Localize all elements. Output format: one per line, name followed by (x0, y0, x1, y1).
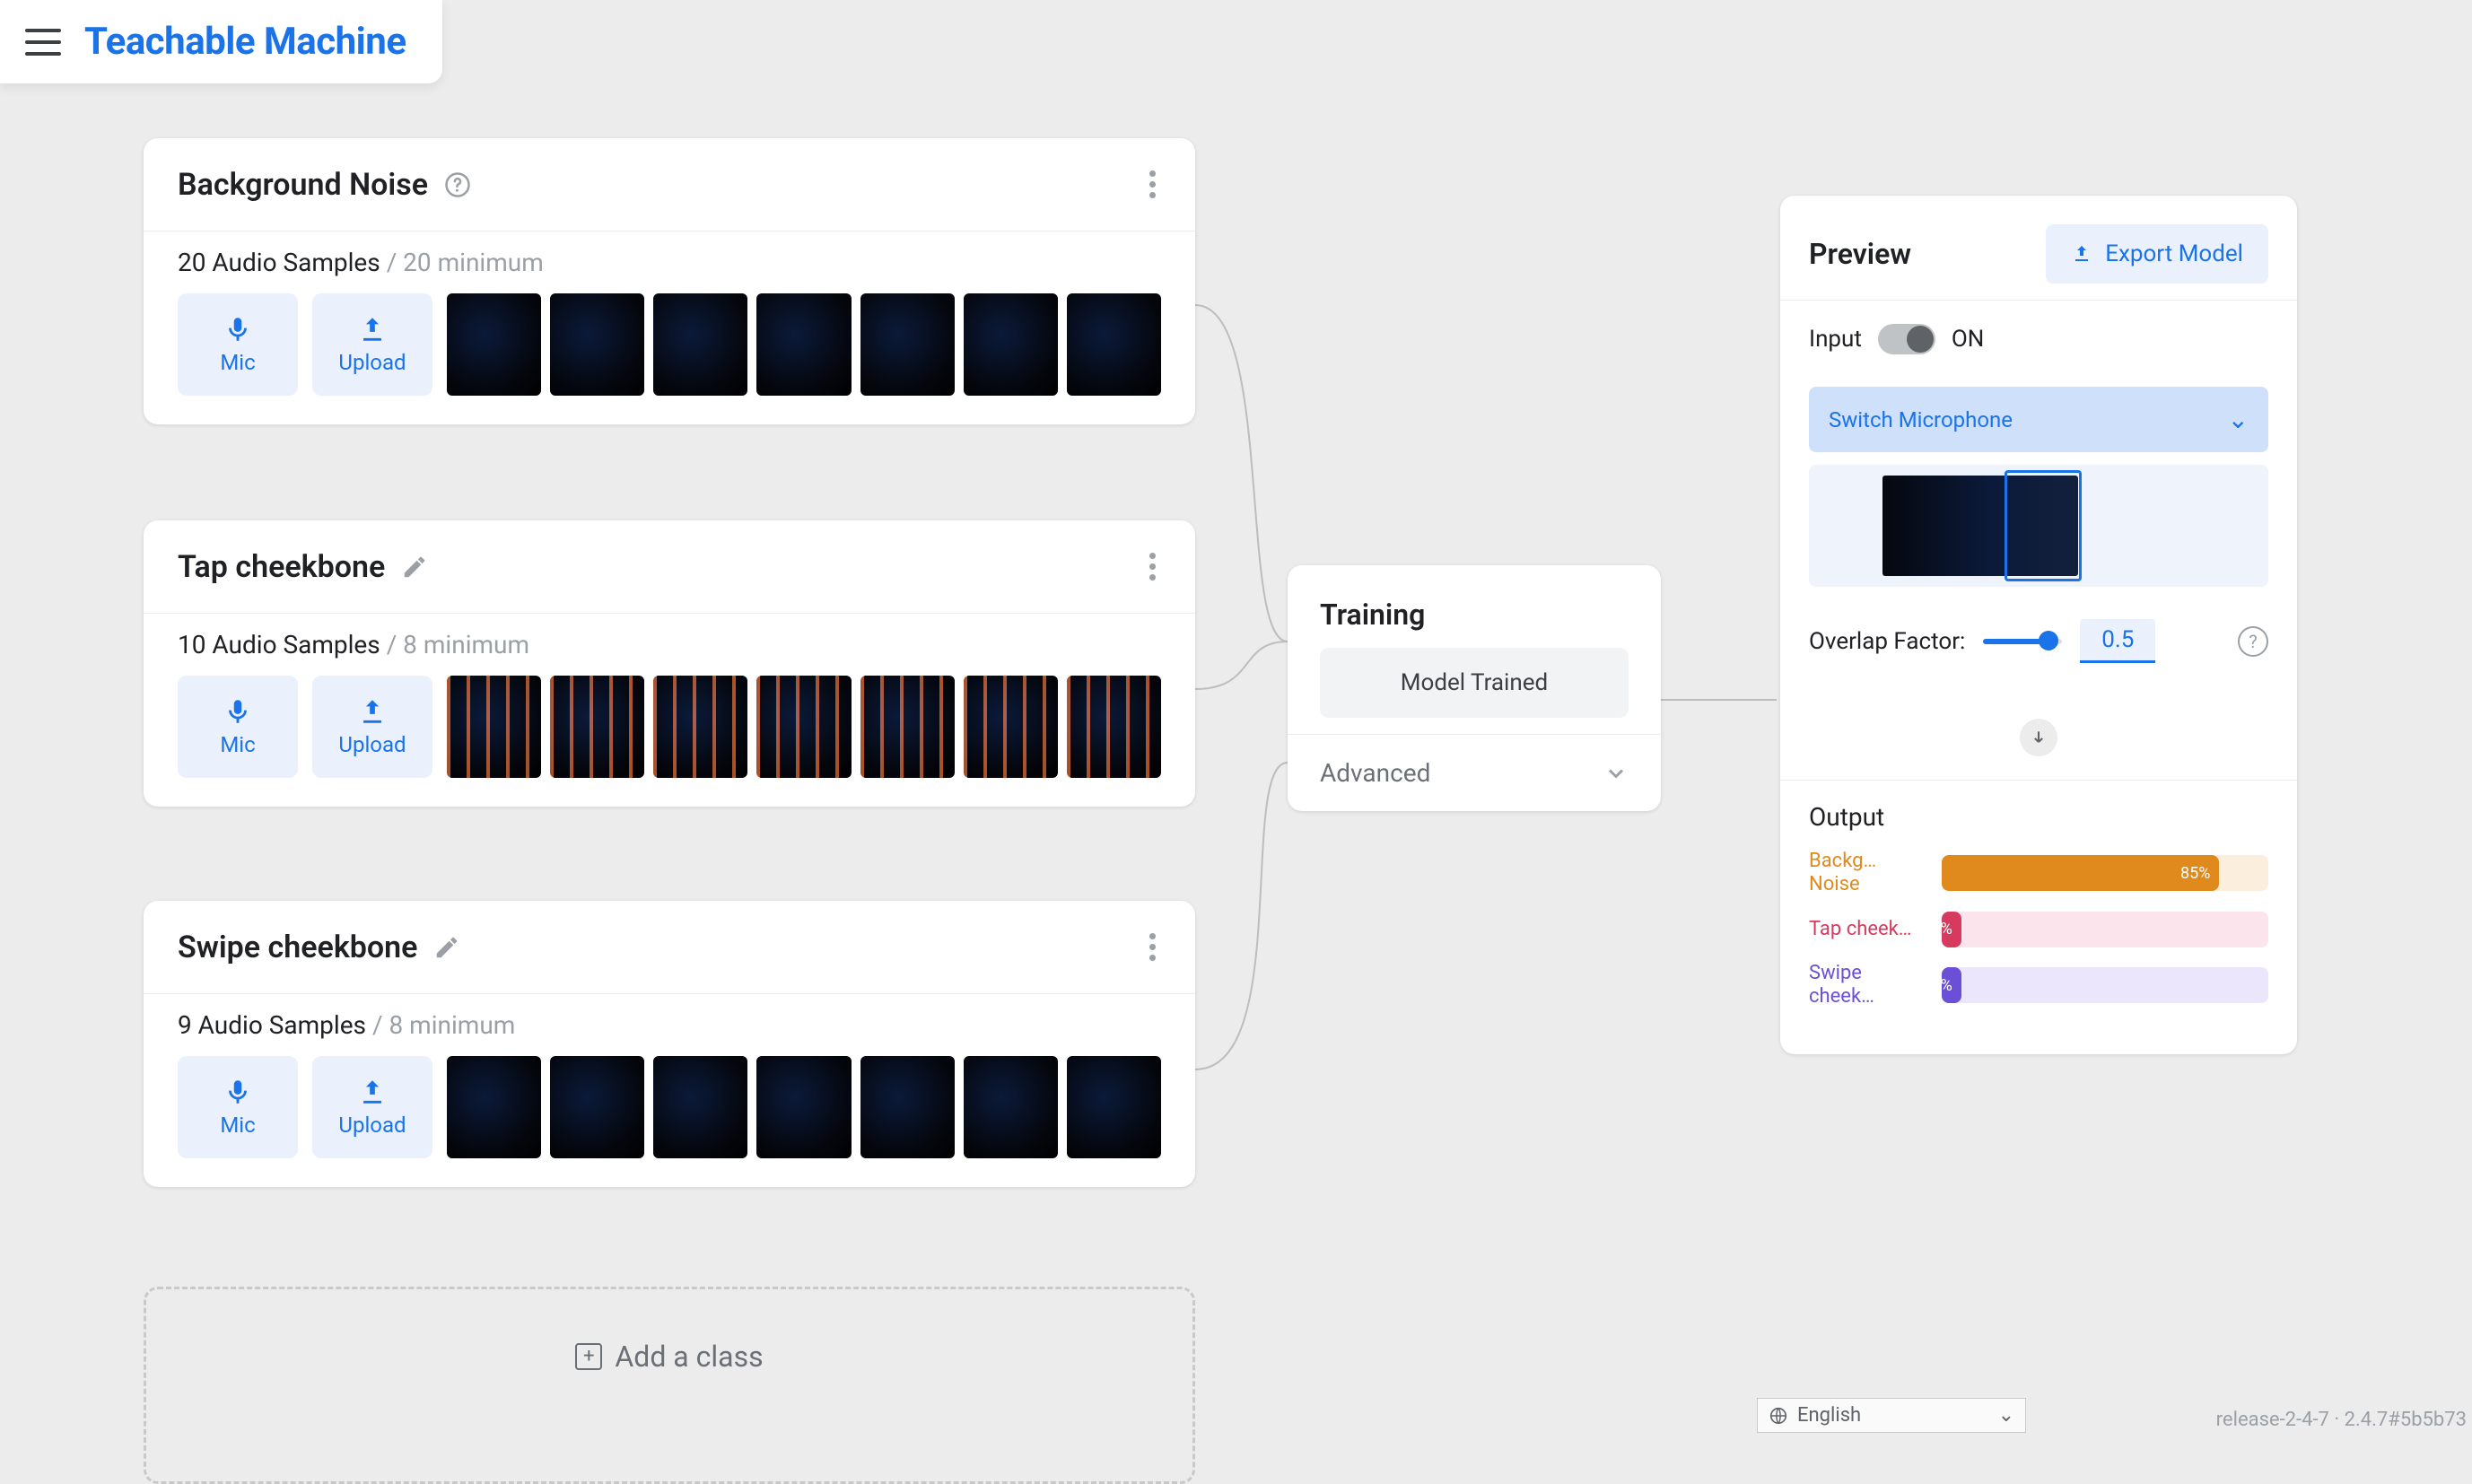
hamburger-icon[interactable] (25, 29, 61, 56)
spectrogram-thumb[interactable] (756, 676, 851, 778)
live-window-marker[interactable] (2005, 470, 2082, 581)
training-title: Training (1320, 598, 1629, 632)
overlap-slider[interactable] (1983, 639, 2062, 644)
spectrogram-thumb[interactable] (447, 676, 541, 778)
class-title[interactable]: Tap cheekbone (178, 549, 385, 585)
overlap-label: Overlap Factor: (1809, 628, 1965, 655)
upload-icon (357, 314, 388, 345)
class-card-2: Swipe cheekbone 9 Audio Samples / 8 mini… (144, 901, 1195, 1187)
help-icon[interactable] (444, 171, 471, 198)
pencil-icon[interactable] (433, 934, 460, 961)
spectrogram-thumb[interactable] (1067, 293, 1161, 396)
sample-thumbnails (447, 676, 1161, 778)
spectrogram-thumb[interactable] (550, 676, 644, 778)
preview-title: Preview (1809, 237, 1911, 271)
mic-button[interactable]: Mic (178, 676, 298, 778)
output-row-1: Tap cheek… % (1809, 912, 2268, 947)
spectrogram-thumb[interactable] (653, 1056, 747, 1158)
toggle-state: ON (1952, 326, 1984, 353)
plus-icon: + (575, 1343, 602, 1370)
upload-button[interactable]: Upload (312, 1056, 432, 1158)
preview-card: Preview Export Model Input ON Switch Mic… (1780, 196, 2297, 1054)
chevron-down-icon: ⌄ (2228, 405, 2249, 434)
spectrogram-thumb[interactable] (756, 1056, 851, 1158)
class-card-1: Tap cheekbone 10 Audio Samples / 8 minim… (144, 520, 1195, 807)
spectrogram-thumb[interactable] (1067, 676, 1161, 778)
advanced-toggle[interactable]: Advanced (1288, 734, 1661, 811)
upload-icon (357, 696, 388, 727)
sample-count: 20 Audio Samples / 20 minimum (178, 248, 1161, 277)
spectrogram-thumb[interactable] (756, 293, 851, 396)
class-title[interactable]: Swipe cheekbone (178, 930, 417, 965)
spectrogram-thumb[interactable] (860, 676, 955, 778)
sample-count: 10 Audio Samples / 8 minimum (178, 630, 1161, 659)
help-icon[interactable]: ? (2238, 626, 2268, 657)
chevron-down-icon: ⌄ (1998, 1404, 2014, 1427)
pencil-icon[interactable] (401, 554, 428, 581)
kebab-icon[interactable] (1144, 928, 1161, 966)
mic-button[interactable]: Mic (178, 293, 298, 396)
overlap-value[interactable]: 0.5 (2080, 619, 2155, 663)
spectrogram-thumb[interactable] (550, 293, 644, 396)
spectrogram-thumb[interactable] (860, 1056, 955, 1158)
mic-icon (223, 1077, 253, 1107)
spectrogram-thumb[interactable] (1067, 1056, 1161, 1158)
export-icon (2071, 243, 2092, 265)
spectrogram-thumb[interactable] (447, 293, 541, 396)
spectrogram-thumb[interactable] (964, 293, 1058, 396)
upload-icon (357, 1077, 388, 1107)
input-toggle[interactable] (1878, 324, 1935, 354)
add-class-button[interactable]: + Add a class (144, 1287, 1195, 1484)
scroll-down-icon[interactable] (2020, 719, 2057, 756)
globe-icon (1769, 1406, 1788, 1426)
app-title: Teachable Machine (84, 20, 406, 64)
spectrogram-thumb[interactable] (860, 293, 955, 396)
upload-button[interactable]: Upload (312, 293, 432, 396)
sample-thumbnails (447, 293, 1161, 396)
output-row-0: Backg… Noise 85% (1809, 850, 2268, 897)
mic-select[interactable]: Switch Microphone ⌄ (1809, 387, 2268, 452)
train-status[interactable]: Model Trained (1320, 648, 1629, 718)
sample-count: 9 Audio Samples / 8 minimum (178, 1010, 1161, 1040)
spectrogram-thumb[interactable] (447, 1056, 541, 1158)
class-title[interactable]: Background Noise (178, 167, 428, 203)
output-row-2: Swipe cheek… % (1809, 962, 2268, 1009)
kebab-icon[interactable] (1144, 165, 1161, 204)
training-card: Training Model Trained Advanced (1288, 565, 1661, 811)
mic-icon (223, 314, 253, 345)
kebab-icon[interactable] (1144, 547, 1161, 586)
mic-button[interactable]: Mic (178, 1056, 298, 1158)
output-title: Output (1809, 802, 2268, 832)
upload-button[interactable]: Upload (312, 676, 432, 778)
add-class-label: Add a class (615, 1340, 763, 1374)
chevron-down-icon (1603, 761, 1629, 786)
spectrogram-thumb[interactable] (653, 676, 747, 778)
live-spectrogram (1809, 465, 2268, 587)
language-select[interactable]: English ⌄ (1757, 1398, 2026, 1433)
version-text: release-2-4-7 · 2.4.7#5b5b73 (2216, 1409, 2467, 1431)
spectrogram-thumb[interactable] (653, 293, 747, 396)
input-label: Input (1809, 326, 1862, 353)
spectrogram-thumb[interactable] (550, 1056, 644, 1158)
mic-icon (223, 696, 253, 727)
export-button[interactable]: Export Model (2046, 224, 2268, 284)
spectrogram-thumb[interactable] (964, 676, 1058, 778)
sample-thumbnails (447, 1056, 1161, 1158)
spectrogram-thumb[interactable] (964, 1056, 1058, 1158)
class-card-0: Background Noise 20 Audio Samples / 20 m… (144, 138, 1195, 424)
appbar: Teachable Machine (0, 0, 442, 83)
